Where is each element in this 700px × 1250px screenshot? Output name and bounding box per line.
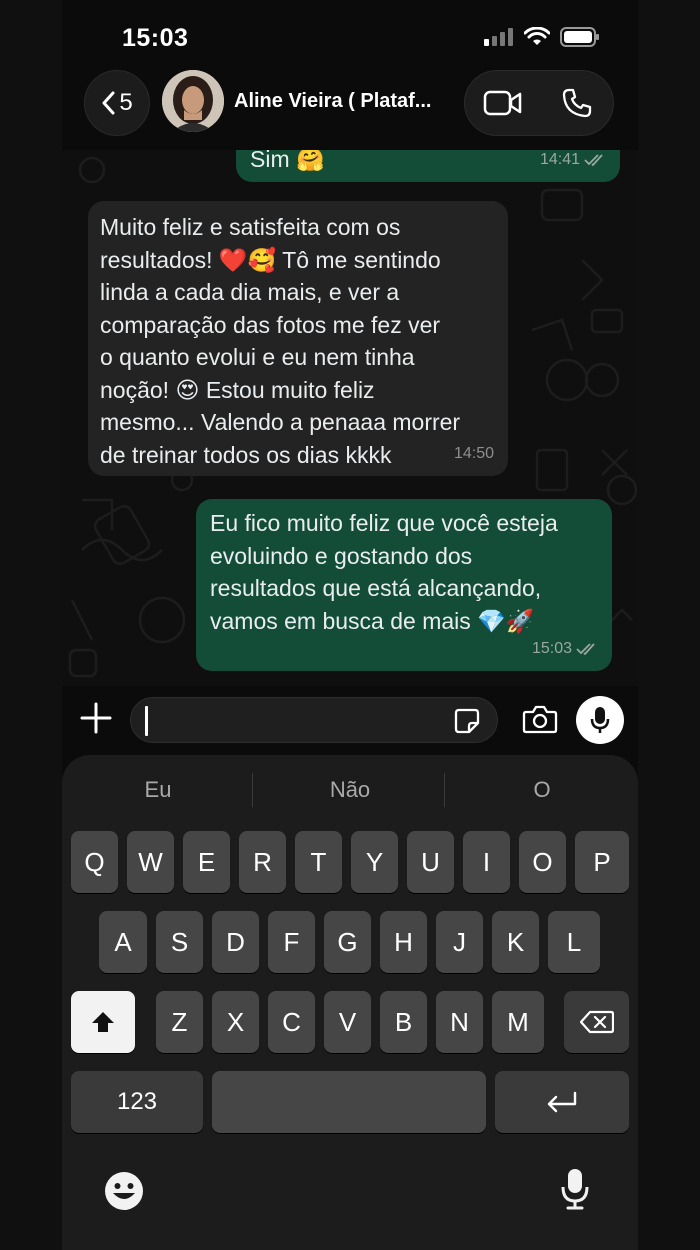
key[interactable]: R (239, 831, 286, 893)
message-input[interactable] (130, 697, 498, 743)
key[interactable]: F (268, 911, 315, 973)
suggestion-divider (444, 773, 445, 807)
key[interactable]: L (548, 911, 600, 973)
key[interactable]: N (436, 991, 483, 1053)
back-button[interactable]: 5 (84, 70, 150, 136)
voice-message-button[interactable] (576, 696, 624, 744)
delete-key[interactable] (564, 991, 629, 1053)
key[interactable]: K (492, 911, 539, 973)
key[interactable]: Z (156, 991, 203, 1053)
suggestion-bar: Eu Não O (62, 769, 638, 813)
key[interactable]: M (492, 991, 544, 1053)
video-camera-icon[interactable] (483, 89, 523, 117)
status-time: 15:03 (122, 24, 189, 52)
message-text-line: evoluindo e gostando dos (210, 542, 473, 569)
contact-name[interactable]: Aline Vieira ( Plataf... (234, 90, 431, 113)
numbers-key[interactable]: 123 (71, 1071, 203, 1133)
microphone-icon (590, 707, 610, 733)
chat-header: 5 Aline Vieira ( Plataf... (62, 62, 638, 150)
plus-icon[interactable] (78, 700, 114, 736)
suggestion-item[interactable]: Não (260, 777, 440, 803)
chat-area[interactable]: Sim 🤗 14:41 Muito feliz e satisfeita com… (62, 150, 638, 686)
key[interactable]: Y (351, 831, 398, 893)
message-outgoing[interactable]: Eu fico muito feliz que você esteja evol… (196, 499, 612, 671)
avatar-photo (162, 70, 224, 132)
key[interactable]: U (407, 831, 454, 893)
key[interactable]: E (183, 831, 230, 893)
message-text-line: linda a cada dia mais, e ver a (100, 279, 400, 305)
key[interactable]: I (463, 831, 510, 893)
message-meta: 14:50 (454, 438, 494, 471)
message-text-line: Muito feliz e satisfeita com os (100, 214, 401, 240)
backspace-icon (579, 1010, 614, 1034)
message-meta: 14:41 (540, 150, 606, 176)
wifi-icon (524, 27, 550, 45)
key[interactable]: O (519, 831, 566, 893)
key[interactable]: C (268, 991, 315, 1053)
key[interactable]: G (324, 911, 371, 973)
key[interactable]: P (575, 831, 629, 893)
message-text-line: o quanto evolui e eu nem tinha (100, 344, 415, 370)
key[interactable]: J (436, 911, 483, 973)
message-text-line: de treinar todos os dias kkkk (100, 441, 392, 468)
sticker-icon[interactable] (453, 707, 481, 735)
message-text-line: Eu fico muito feliz que você esteja (210, 510, 558, 536)
battery-icon (560, 27, 599, 47)
message-incoming[interactable]: Muito feliz e satisfeita com os resultad… (88, 201, 508, 476)
message-time: 14:50 (453, 444, 494, 462)
message-text-line: resultados! ❤️🥰 Tô me sentindo (100, 246, 441, 273)
suggestion-item[interactable]: Eu (68, 777, 248, 803)
key[interactable]: T (295, 831, 342, 893)
message-time: 15:03 (531, 639, 572, 657)
message-text-line: mesmo... Valendo a penaaa morrer (100, 409, 461, 435)
space-key[interactable] (212, 1071, 486, 1133)
message-meta: 15:03 (532, 633, 598, 666)
message-text-line: noção! 😍 Estou muito feliz (100, 376, 375, 403)
message-text-line: resultados que está alcançando, (210, 575, 542, 601)
key[interactable]: S (156, 911, 203, 973)
suggestion-divider (252, 773, 253, 807)
message-text-line: Sim 🤗 (250, 150, 325, 172)
emoji-icon[interactable] (104, 1171, 144, 1211)
key[interactable]: V (324, 991, 371, 1053)
key[interactable]: H (380, 911, 427, 973)
phone-screen: 15:03 5 Aline Vieira (Plataf... Sim 🤗 1… (62, 0, 638, 1250)
key[interactable]: W (127, 831, 174, 893)
suggestion-item[interactable]: O (452, 777, 632, 803)
text-caret (145, 706, 148, 736)
call-actions (464, 70, 614, 136)
message-text-line: comparação das fotos me fez ver (100, 311, 441, 338)
dictation-mic-icon[interactable] (560, 1167, 590, 1211)
key[interactable]: A (99, 911, 147, 973)
return-key[interactable] (495, 1071, 629, 1133)
key[interactable]: X (212, 991, 259, 1053)
message-time: 14:41 (539, 150, 580, 168)
double-check-icon (584, 154, 603, 167)
avatar[interactable] (162, 70, 224, 132)
return-icon (547, 1091, 577, 1113)
chevron-left-icon (102, 91, 115, 115)
status-icons (484, 27, 600, 47)
camera-icon[interactable] (522, 704, 558, 734)
message-composer (62, 686, 638, 752)
message-outgoing[interactable]: Sim 🤗 14:41 (236, 150, 620, 182)
double-check-icon (576, 643, 595, 656)
phone-icon[interactable] (561, 87, 593, 119)
shift-key[interactable] (71, 991, 135, 1053)
key[interactable]: D (212, 911, 259, 973)
key[interactable]: Q (71, 831, 118, 893)
signal-icon (484, 28, 513, 46)
shift-icon (92, 1012, 114, 1032)
key[interactable]: B (380, 991, 427, 1053)
unread-count: 5 (119, 89, 133, 116)
keyboard: Eu Não O Q W E R T Y U I O P A S D F G H… (62, 755, 638, 1250)
